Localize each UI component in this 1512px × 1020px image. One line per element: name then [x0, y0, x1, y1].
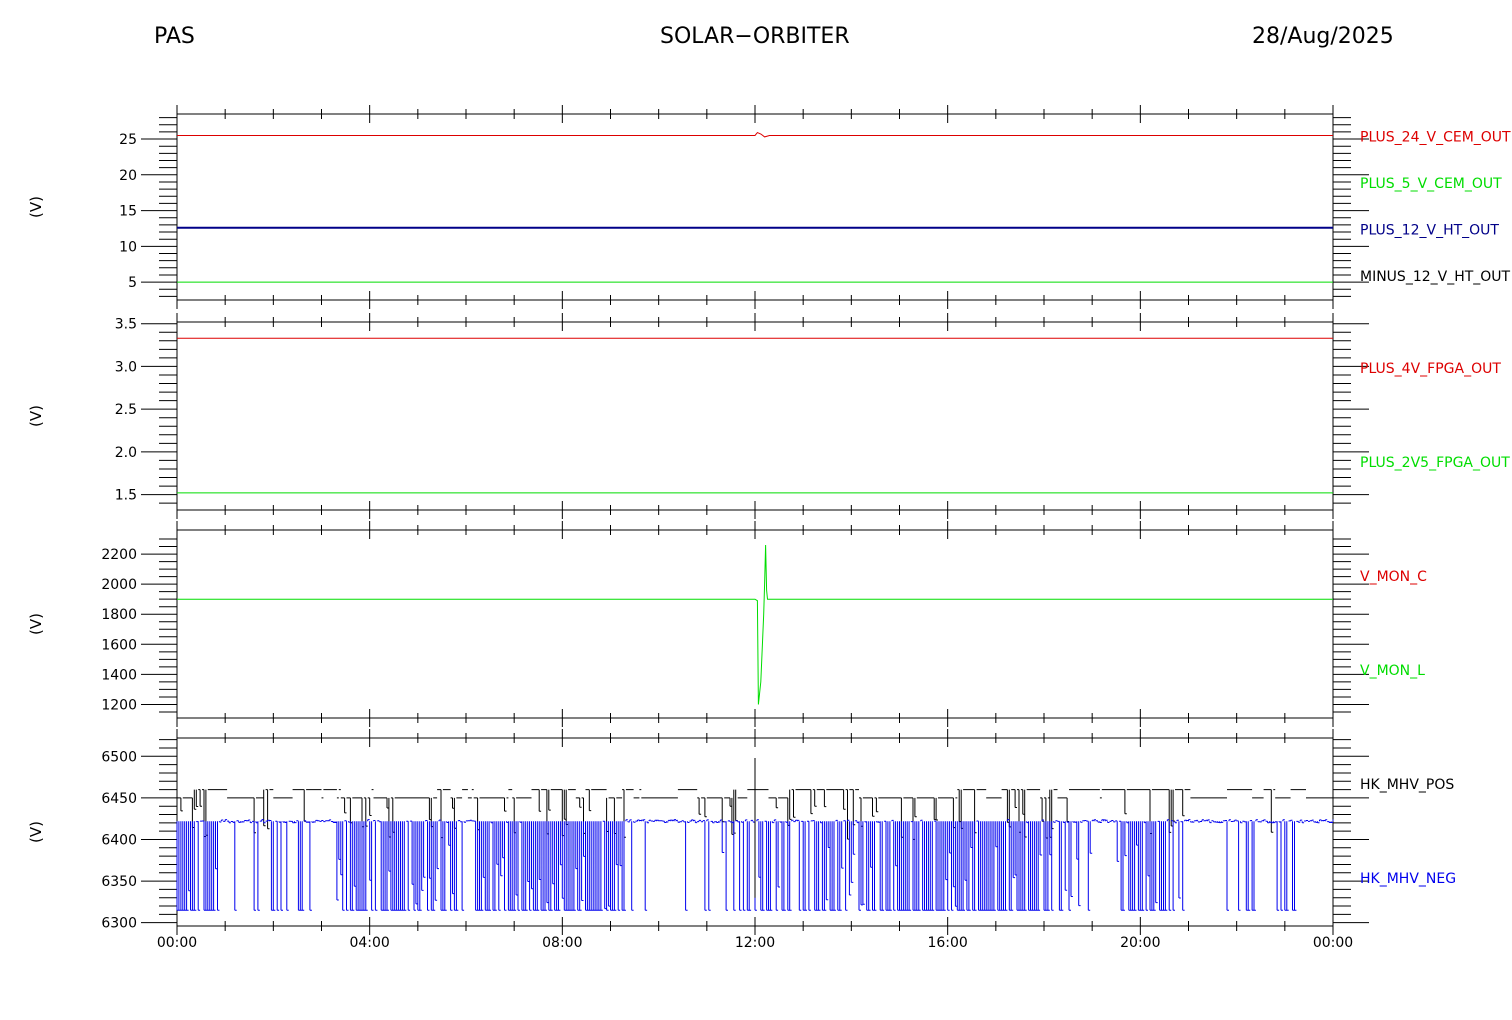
y-tick-label: 6500 [101, 749, 137, 765]
x-tick-label: 00:00 [157, 935, 197, 951]
y-axis-label: (V) [27, 405, 45, 427]
y-tick-label: 6450 [101, 791, 137, 807]
chart-panel-4: 6300 6350 6400 6450 6500 (V) HK_MHV_POS HK_MHV_… [27, 729, 1456, 951]
y-tick-label: 3.5 [115, 317, 137, 333]
series-line [177, 544, 1333, 705]
y-tick-label: 1200 [101, 697, 137, 713]
y-tick-label: 25 [119, 132, 137, 148]
series-label: PLUS_12_V_HT_OUT [1360, 222, 1499, 238]
x-tick-label: 16:00 [927, 935, 967, 951]
y-axis-label: (V) [27, 613, 45, 635]
plot-frame [176, 113, 1334, 301]
y-tick-label: 1600 [101, 637, 137, 653]
series-label: PLUS_2V5_FPGA_OUT [1360, 455, 1510, 471]
chart-panel-2: 1.5 2.0 2.5 3.0 3.5 (V) PLUS_4V_FPGA_OUT PLUS_2… [27, 313, 1510, 519]
x-tick-label: 20:00 [1120, 935, 1160, 951]
y-tick-label: 6350 [101, 874, 137, 890]
plot-frame [176, 321, 1334, 511]
y-tick-label: 6300 [101, 916, 137, 932]
y-tick-label: 1.5 [115, 488, 137, 504]
series-label: HK_MHV_NEG [1360, 871, 1456, 887]
y-tick-label: 2.0 [115, 445, 137, 461]
series-label: PLUS_5_V_CEM_OUT [1360, 176, 1502, 192]
series-line [177, 131, 1333, 138]
y-tick-label: 20 [119, 168, 137, 184]
series-label: V_MON_L [1360, 663, 1425, 679]
y-tick-label: 5 [128, 275, 137, 291]
timeseries-chart: 5 10 15 20 25 (V) PLUS_24_V_CEM_OUT PLUS_5_V_CE… [27, 105, 1511, 951]
x-tick-label: 04:00 [349, 935, 389, 951]
y-tick-label: 3.0 [115, 359, 137, 375]
y-axis-label: (V) [27, 821, 45, 843]
series-label: HK_MHV_POS [1360, 777, 1454, 793]
y-tick-label: 10 [119, 239, 137, 255]
series-label: PLUS_4V_FPGA_OUT [1360, 361, 1501, 377]
series-label: PLUS_24_V_CEM_OUT [1360, 129, 1511, 145]
x-tick-label: 12:00 [735, 935, 775, 951]
plot-frame [176, 529, 1334, 719]
y-tick-label: 1800 [101, 607, 137, 623]
y-tick-label: 1400 [101, 667, 137, 683]
y-tick-label: 2.5 [115, 402, 137, 418]
x-tick-label: 00:00 [1313, 935, 1353, 951]
x-tick-label: 08:00 [542, 935, 582, 951]
y-tick-label: 2200 [101, 547, 137, 563]
chart-panel-1: 5 10 15 20 25 (V) PLUS_24_V_CEM_OUT PLUS_5_V_CE… [27, 105, 1511, 309]
series-label: V_MON_C [1360, 569, 1427, 585]
chart-panel-3: 1200 1400 1600 1800 2000 2200 (V) V_MON_C V_MON_… [27, 521, 1427, 727]
y-tick-label: 15 [119, 204, 137, 220]
y-axis-label: (V) [27, 196, 45, 218]
series-label: MINUS_12_V_HT_OUT [1360, 269, 1511, 285]
y-tick-label: 2000 [101, 577, 137, 593]
y-tick-label: 6400 [101, 832, 137, 848]
